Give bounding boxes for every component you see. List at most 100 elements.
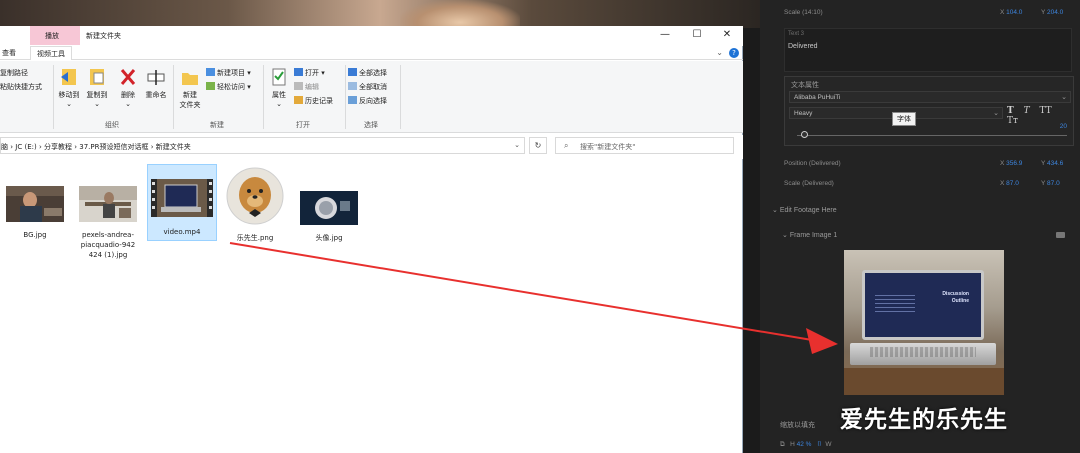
tab-play-context[interactable]: 播放 [30, 26, 80, 45]
history-icon [294, 96, 303, 104]
window-title: 新建文件夹 [86, 32, 121, 40]
position-x-value[interactable]: 356.9 [1006, 160, 1022, 167]
refresh-button[interactable]: ↻ [529, 137, 547, 154]
font-size-slider-knob[interactable] [801, 131, 808, 138]
scale2-x-value[interactable]: 87.0 [1006, 180, 1019, 187]
image-thumbnail [300, 191, 358, 225]
close-button[interactable]: ✕ [714, 28, 740, 42]
address-bar-row: 脑 › JC (E:) › 分享教程 › 37.PR预设短信对话框 › 新建文件… [0, 135, 743, 159]
file-item[interactable]: 乐先生.png [220, 167, 290, 243]
text-field-value[interactable]: Delivered [788, 43, 818, 50]
file-item[interactable]: 头像.jpg [294, 191, 364, 243]
screen-text-lines [875, 295, 915, 315]
delete-icon [120, 69, 136, 85]
easy-access-button[interactable]: 轻松访问 ▾ [206, 82, 251, 92]
table-surface [844, 368, 1004, 395]
chevron-down-icon[interactable]: ⌄ [716, 48, 723, 57]
w-label: W [825, 441, 832, 448]
link-icon[interactable]: ⧉ [780, 441, 785, 448]
file-list: BG.jpg pexels-andrea- piacquadio-942 424… [0, 161, 743, 453]
frame-image-label: Frame Image 1 [789, 232, 838, 239]
file-item-selected[interactable]: video.mp4 [147, 164, 217, 241]
position-y-label: Y 434.6 [1041, 160, 1064, 167]
breadcrumb-item[interactable]: 脑 [1, 143, 8, 151]
properties-button[interactable]: 属性 ⌄ [266, 66, 292, 108]
rename-button[interactable]: 重命名 [142, 66, 170, 100]
minimize-button[interactable]: — [652, 28, 678, 42]
open-button[interactable]: 打开 ▾ [294, 68, 325, 78]
file-name-line-3: 424 (1).jpg [88, 251, 128, 259]
tab-view[interactable]: 查看 [2, 48, 16, 58]
copy-path-button[interactable]: 复制路径 [0, 68, 28, 78]
chevron-down-icon[interactable]: ⌄ [514, 141, 520, 149]
delete-button[interactable]: 删除 ⌄ [116, 66, 140, 108]
file-item[interactable]: pexels-andrea- piacquadio-942 424 (1).jp… [73, 186, 143, 260]
watermark-text: 爱先生的乐先生 [840, 407, 1008, 433]
divider [400, 65, 401, 129]
lock-icon[interactable]: ▯ [817, 441, 822, 448]
frame-image-preview[interactable]: Discussion Outline [844, 250, 1004, 395]
new-folder-button[interactable]: 新建 文件夹 [176, 66, 204, 110]
invert-selection-icon [348, 96, 357, 104]
properties-icon [272, 68, 286, 86]
small-caps-icon[interactable]: Tт [1007, 116, 1018, 126]
image-thumbnail [6, 186, 64, 222]
font-size-slider-track[interactable] [797, 135, 1067, 136]
scale2-label: Scale (Delivered) [784, 180, 834, 187]
breadcrumb-item[interactable]: JC (E:) [15, 143, 36, 151]
help-icon[interactable]: ? [729, 48, 739, 58]
panel-gap [743, 28, 760, 453]
font-weight-value: Heavy [794, 110, 813, 117]
new-group-label: 新建 [210, 121, 224, 129]
invert-selection-button[interactable]: 反向选择 [348, 96, 387, 106]
keyboard [870, 347, 976, 357]
laptop-screen: Discussion Outline [862, 270, 984, 340]
font-size-value[interactable]: 20 [1060, 123, 1067, 130]
breadcrumb-item[interactable]: 37.PR预设短信对话框 [79, 143, 148, 151]
search-input[interactable]: ⌕ 搜索"新建文件夹" [555, 137, 734, 154]
address-bar[interactable]: 脑 › JC (E:) › 分享教程 › 37.PR预设短信对话框 › 新建文件… [0, 137, 525, 154]
toggle-icon[interactable] [1056, 232, 1065, 238]
bold-icon[interactable]: T [1007, 106, 1014, 116]
italic-icon[interactable]: T [1024, 106, 1030, 116]
select-none-button[interactable]: 全部取消 [348, 82, 387, 92]
file-name: BG.jpg [23, 231, 47, 239]
search-icon: ⌕ [564, 141, 569, 150]
frame-image-section[interactable]: ⌄ Frame Image 1 [782, 231, 837, 239]
file-name-line-1: pexels-andrea- [82, 231, 134, 239]
text-input-box[interactable]: Text 3 Delivered [784, 28, 1072, 72]
text-properties-title: 文本属性 [791, 82, 819, 89]
edit-button[interactable]: 编辑 [294, 82, 319, 92]
move-to-button[interactable]: 移动到 ⌄ [56, 66, 82, 108]
image-thumbnail [79, 186, 137, 222]
scale-y-label: Y 204.0 [1041, 9, 1064, 16]
select-all-icon [348, 68, 357, 76]
chevron-down-icon: ⌄ [993, 110, 999, 117]
easy-access-icon [206, 82, 215, 90]
h-label: H [790, 441, 795, 448]
divider [345, 65, 346, 129]
breadcrumb-item[interactable]: 新建文件夹 [156, 143, 191, 151]
maximize-button[interactable]: ☐ [684, 28, 710, 42]
chevron-down-icon: ⌄ [772, 207, 780, 214]
scale-y-value[interactable]: 204.0 [1047, 9, 1063, 16]
edit-footage-section[interactable]: ⌄ Edit Footage Here [772, 206, 837, 214]
tab-video-tools[interactable]: 视频工具 [30, 46, 72, 60]
copy-to-button[interactable]: 复制到 ⌄ [84, 66, 110, 108]
file-item[interactable]: BG.jpg [0, 186, 70, 240]
history-button[interactable]: 历史记录 [294, 96, 333, 106]
scale-x-value[interactable]: 104.0 [1006, 9, 1022, 16]
paste-shortcut-button[interactable]: 粘贴快捷方式 [0, 82, 42, 92]
scale2-y-value[interactable]: 87.0 [1047, 180, 1060, 187]
all-caps-icon[interactable]: TT [1039, 106, 1051, 116]
font-family-dropdown[interactable]: Alibaba PuHuiTi ⌄ [789, 91, 1071, 103]
breadcrumb-item[interactable]: 分享教程 [44, 143, 72, 151]
image-thumbnail [226, 167, 284, 225]
fill-mode-label[interactable]: 缩放以填充 [780, 420, 815, 430]
position-y-value[interactable]: 434.6 [1047, 160, 1063, 167]
h-value[interactable]: 42 [797, 441, 804, 448]
text-field-label: Text 3 [788, 31, 805, 37]
new-item-button[interactable]: 新建项目 ▾ [206, 68, 251, 78]
select-group-label: 选择 [364, 121, 378, 129]
select-all-button[interactable]: 全部选择 [348, 68, 387, 78]
